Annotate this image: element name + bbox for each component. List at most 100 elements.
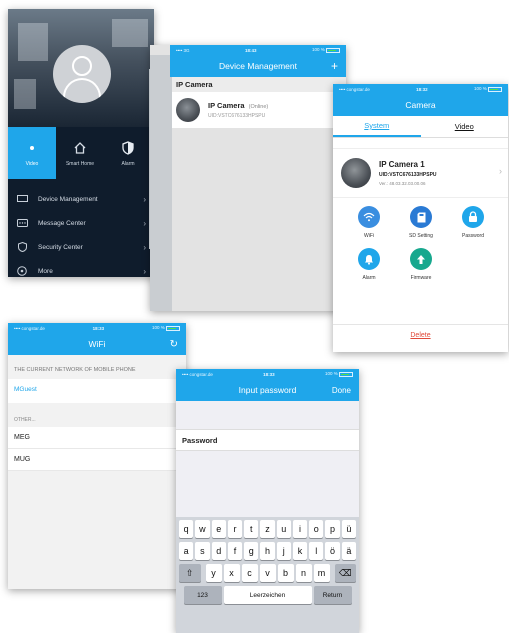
tab-video[interactable]: Video xyxy=(421,116,509,137)
key-t[interactable]: t xyxy=(244,520,259,538)
keyboard-row: ⇧ yxcvbnm ⌫ xyxy=(178,564,357,582)
menu-item-security-center[interactable]: Security Center › xyxy=(8,235,154,259)
sd-setting-button[interactable]: SD Setting xyxy=(395,206,447,248)
clock: 18:43 xyxy=(245,47,257,53)
key-k[interactable]: k xyxy=(292,542,308,560)
key-g[interactable]: g xyxy=(244,542,259,560)
key-a[interactable]: a xyxy=(179,542,194,560)
action-label: Alarm xyxy=(362,275,376,281)
page-title: Device Management xyxy=(219,61,297,71)
side-menu-screen: Video Smart Home Alarm Device Management… xyxy=(8,9,154,277)
wifi-button[interactable]: WiFi xyxy=(343,206,395,248)
delete-button[interactable]: Delete xyxy=(333,324,508,346)
key-e[interactable]: e xyxy=(211,520,226,538)
chevron-right-icon: › xyxy=(143,242,146,252)
camera-info-card[interactable]: IP Camera 1 UID:VSTC676133HPSPU Ver.: 48… xyxy=(333,148,508,198)
menu-tab-bar: Video Smart Home Alarm xyxy=(8,127,154,179)
key-ü[interactable]: ü xyxy=(341,520,356,538)
key-n[interactable]: n xyxy=(295,564,312,582)
alarm-button[interactable]: Alarm xyxy=(343,248,395,290)
key-d[interactable]: d xyxy=(211,542,226,560)
battery-icon xyxy=(325,47,340,53)
device-row[interactable]: IP Camera (Online) UID:VSTC676133HPSPU xyxy=(170,92,346,128)
current-network[interactable]: MGuest xyxy=(8,379,186,403)
message-icon xyxy=(16,219,28,228)
network-item[interactable]: MUG xyxy=(8,449,186,471)
key-m[interactable]: m xyxy=(313,564,330,582)
nav-bar: Camera xyxy=(333,94,508,116)
avatar[interactable] xyxy=(53,45,111,103)
done-button[interactable]: Done xyxy=(332,386,351,395)
lock-icon xyxy=(462,206,484,228)
add-device-button[interactable]: + xyxy=(331,59,338,73)
underlying-panel-edge xyxy=(150,55,172,311)
page-title: Input password xyxy=(238,385,297,395)
backspace-key[interactable]: ⌫ xyxy=(334,564,356,582)
key-ä[interactable]: ä xyxy=(341,542,356,560)
key-h[interactable]: h xyxy=(260,542,275,560)
space-key[interactable]: Leerzeichen xyxy=(223,586,312,604)
numbers-key[interactable]: 123 xyxy=(183,586,222,604)
camera-name: IP Camera 1 xyxy=(379,160,425,169)
more-icon xyxy=(16,266,28,276)
carrier: •••• congstar.de xyxy=(182,371,213,377)
tab-smart-home[interactable]: Smart Home xyxy=(56,127,104,179)
battery-icon xyxy=(166,325,180,331)
clock: 18:33 xyxy=(92,325,105,331)
tab-system[interactable]: System xyxy=(333,116,421,137)
menu-item-label: Security Center xyxy=(38,243,83,251)
key-i[interactable]: i xyxy=(292,520,308,538)
device-uid: UID:VSTC676133HPSPU xyxy=(208,113,266,119)
key-f[interactable]: f xyxy=(227,542,243,560)
menu-item-device-management[interactable]: Device Management › xyxy=(8,187,154,211)
key-w[interactable]: w xyxy=(195,520,210,538)
status-bar: •••• congstar.de 18:33 100 % xyxy=(176,369,359,379)
tab-video[interactable]: Video xyxy=(8,127,56,179)
action-label: Password xyxy=(462,233,484,239)
input-password-screen: •••• congstar.de 18:33 100 % Input passw… xyxy=(176,369,359,633)
chevron-right-icon: › xyxy=(499,166,502,176)
keyboard-row: asdfghjklöä xyxy=(178,542,357,560)
firmware-button[interactable]: Firmware xyxy=(395,248,447,290)
menu-item-message-center[interactable]: Message Center › xyxy=(8,211,154,235)
page-title: WiFi xyxy=(88,339,106,349)
battery-percent: 100 % xyxy=(311,47,325,53)
key-b[interactable]: b xyxy=(277,564,294,582)
key-x[interactable]: x xyxy=(223,564,240,582)
shift-key[interactable]: ⇧ xyxy=(179,564,201,582)
shield-icon xyxy=(122,139,134,157)
battery-icon xyxy=(339,371,353,377)
tab-label: Alarm xyxy=(121,161,135,167)
refresh-icon[interactable]: ↻ xyxy=(170,339,178,350)
password-field[interactable]: Password xyxy=(176,429,359,451)
page-title: Camera xyxy=(405,100,436,110)
upload-icon xyxy=(410,248,432,270)
key-v[interactable]: v xyxy=(259,564,276,582)
menu-item-more[interactable]: More › xyxy=(8,259,154,277)
battery-percent: 100 % xyxy=(151,325,165,331)
action-label: WiFi xyxy=(364,233,374,239)
tab-alarm[interactable]: Alarm xyxy=(104,127,152,179)
key-u[interactable]: u xyxy=(276,520,291,538)
key-s[interactable]: s xyxy=(195,542,210,560)
key-ö[interactable]: ö xyxy=(325,542,340,560)
key-r[interactable]: r xyxy=(227,520,243,538)
return-key[interactable]: Return xyxy=(313,586,352,604)
key-p[interactable]: p xyxy=(325,520,340,538)
key-z[interactable]: z xyxy=(260,520,275,538)
key-c[interactable]: c xyxy=(241,564,258,582)
carrier: •••• congstar.de xyxy=(339,86,370,92)
key-j[interactable]: j xyxy=(276,542,291,560)
key-o[interactable]: o xyxy=(309,520,324,538)
key-q[interactable]: q xyxy=(179,520,194,538)
password-label: Password xyxy=(182,435,218,445)
segment-control: System Video xyxy=(333,116,508,138)
key-y[interactable]: y xyxy=(205,564,222,582)
key-l[interactable]: l xyxy=(309,542,324,560)
password-button[interactable]: Password xyxy=(447,206,499,248)
network-item[interactable]: MEG xyxy=(8,427,186,449)
security-shield-icon xyxy=(16,242,28,252)
device-status: (Online) xyxy=(248,104,269,110)
clock: 18:33 xyxy=(263,371,275,377)
camera-screen: •••• congstar.de 18:32 100 % Camera Syst… xyxy=(333,84,508,352)
